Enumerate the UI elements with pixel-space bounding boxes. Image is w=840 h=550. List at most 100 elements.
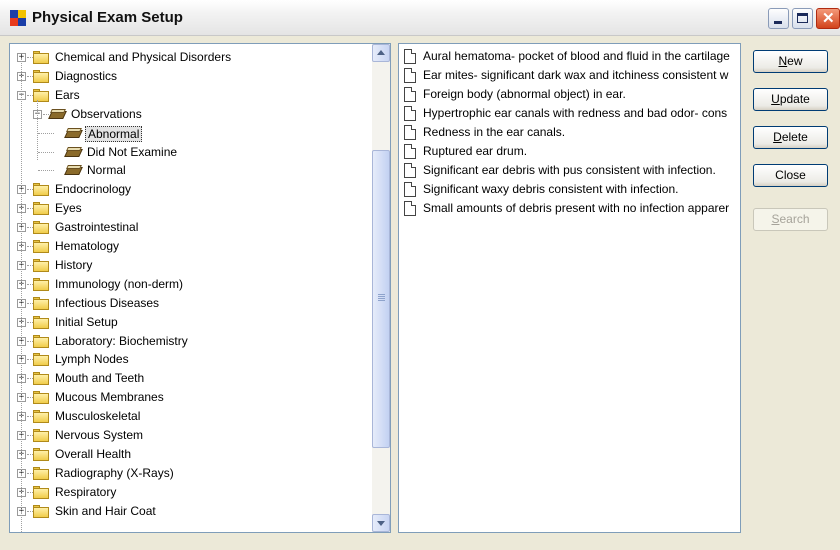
tree-item[interactable]: Abnormal: [10, 124, 372, 143]
tree-item[interactable]: + Hematology: [10, 237, 372, 256]
grip-icon: [378, 294, 385, 295]
tree-item[interactable]: Did Not Examine: [10, 143, 372, 162]
list-item[interactable]: Aural hematoma- pocket of blood and flui…: [399, 47, 740, 66]
tree-item[interactable]: + Nervous System: [10, 426, 372, 445]
tree-item[interactable]: + History: [10, 256, 372, 275]
tree-item-label: Radiography (X-Rays): [55, 465, 174, 480]
document-icon: [404, 87, 416, 102]
tree-item[interactable]: Normal: [10, 161, 372, 180]
tree-item[interactable]: + Respiratory: [10, 483, 372, 502]
scroll-thumb[interactable]: [372, 150, 390, 448]
document-icon: [404, 49, 416, 64]
tree-item[interactable]: + Gastrointestinal: [10, 218, 372, 237]
folder-icon: [33, 296, 49, 310]
observation-list[interactable]: Aural hematoma- pocket of blood and flui…: [398, 43, 741, 533]
list-item[interactable]: Significant ear debris with pus consiste…: [399, 161, 740, 180]
new-button[interactable]: New: [753, 50, 828, 73]
list-item[interactable]: Significant waxy debris consistent with …: [399, 180, 740, 199]
tree-item-label: Abnormal: [85, 125, 143, 142]
tree-item-label: Endocrinology: [55, 182, 132, 197]
close-button[interactable]: Close: [753, 164, 828, 187]
list-item-label: Aural hematoma- pocket of blood and flui…: [423, 49, 730, 63]
search-button[interactable]: Search: [753, 208, 828, 231]
folder-icon: [33, 334, 49, 348]
folder-icon: [33, 202, 49, 216]
tree-item[interactable]: + Overall Health: [10, 445, 372, 464]
title-bar[interactable]: Physical Exam Setup ✕: [0, 0, 840, 36]
close-window-button[interactable]: ✕: [816, 8, 840, 29]
tree-item[interactable]: + Initial Setup: [10, 313, 372, 332]
scroll-up-button[interactable]: [372, 44, 390, 62]
minimize-button[interactable]: [768, 8, 789, 29]
tree-item-label: Chemical and Physical Disorders: [55, 50, 232, 64]
tree-item[interactable]: + Radiography (X-Rays): [10, 464, 372, 483]
folder-icon: [33, 88, 49, 102]
list-item[interactable]: Foreign body (abnormal object) in ear.: [399, 85, 740, 104]
list-item[interactable]: Small amounts of debris present with no …: [399, 199, 740, 218]
tree-item-label: History: [55, 257, 93, 272]
tree-item-label: Musculoskeletal: [55, 409, 141, 424]
document-icon: [404, 144, 416, 159]
tree-item[interactable]: + Mucous Membranes: [10, 388, 372, 407]
tree-item[interactable]: − Ears: [10, 86, 372, 105]
update-button[interactable]: Update: [753, 88, 828, 111]
tree-vertical-scrollbar[interactable]: [372, 44, 390, 532]
category-tree[interactable]: + Chemical and Physical Disorders + Diagnos…: [9, 43, 391, 533]
document-icon: [404, 106, 416, 121]
tree-item[interactable]: + Lymph Nodes: [10, 350, 372, 369]
list-item-label: Ear mites- significant dark wax and itch…: [423, 68, 729, 82]
tree-item-label: Gastrointestinal: [55, 220, 139, 235]
folder-icon: [33, 504, 49, 518]
list-item[interactable]: Ruptured ear drum.: [399, 142, 740, 161]
close-icon: ✕: [822, 10, 835, 27]
maximize-button[interactable]: [792, 8, 813, 29]
list-item[interactable]: Ear mites- significant dark wax and itch…: [399, 66, 740, 85]
arrow-up-icon: [377, 50, 385, 55]
tree-item[interactable]: + Chemical and Physical Disorders: [10, 48, 372, 67]
tree-item-label: Overall Health: [55, 446, 132, 461]
folder-icon: [33, 51, 49, 64]
tree-item[interactable]: − Observations: [10, 105, 372, 124]
delete-button-label: elete: [781, 130, 808, 144]
search-button-label: earch: [779, 212, 810, 226]
tree-item[interactable]: + Musculoskeletal: [10, 407, 372, 426]
tree-item[interactable]: + Diagnostics: [10, 67, 372, 86]
close-button-label: Close: [775, 168, 806, 182]
new-button-accelerator: N: [778, 54, 788, 68]
tree-item-label: Immunology (non-derm): [55, 276, 184, 291]
maximize-icon: [797, 13, 808, 23]
document-icon: [404, 68, 416, 83]
tree-item[interactable]: + Immunology (non-derm): [10, 275, 372, 294]
tree-item-label: Observations: [71, 106, 142, 121]
folder-icon: [33, 429, 49, 442]
list-item[interactable]: Redness in the ear canals.: [399, 123, 740, 142]
delete-button-accelerator: D: [773, 130, 782, 144]
tree-item-label: Ears: [55, 87, 80, 102]
book-open-icon: [64, 127, 83, 140]
tree-item[interactable]: + Eyes: [10, 199, 372, 218]
tree-item[interactable]: + Endocrinology: [10, 180, 372, 199]
folder-icon: [33, 485, 49, 499]
tree-item[interactable]: + Infectious Diseases: [10, 294, 372, 313]
document-icon: [404, 125, 416, 140]
tree-item-label: Eyes: [55, 201, 82, 216]
list-item-label: Hypertrophic ear canals with redness and…: [423, 106, 728, 120]
scroll-down-button[interactable]: [372, 514, 390, 532]
folder-icon: [33, 391, 49, 405]
tree-list[interactable]: + Chemical and Physical Disorders + Diagnos…: [10, 44, 372, 532]
document-icon: [404, 201, 416, 216]
folder-icon: [33, 372, 49, 386]
update-button-label: pdate: [779, 92, 810, 106]
window-title: Physical Exam Setup: [32, 9, 183, 26]
tree-item[interactable]: + Mouth and Teeth: [10, 369, 372, 388]
list-item-label: Significant ear debris with pus consiste…: [423, 163, 716, 177]
delete-button[interactable]: Delete: [753, 126, 828, 149]
tree-item-label: Diagnostics: [55, 68, 118, 83]
tree-item[interactable]: + Skin and Hair Coat: [10, 502, 372, 521]
tree-item[interactable]: + Laboratory: Biochemistry: [10, 332, 372, 351]
tree-connector-line: [21, 58, 22, 532]
list-item-label: Significant waxy debris consistent with …: [423, 182, 679, 196]
tree-item-label: Mucous Membranes: [55, 390, 164, 405]
list-item[interactable]: Hypertrophic ear canals with redness and…: [399, 104, 740, 123]
update-button-accelerator: U: [771, 92, 780, 106]
